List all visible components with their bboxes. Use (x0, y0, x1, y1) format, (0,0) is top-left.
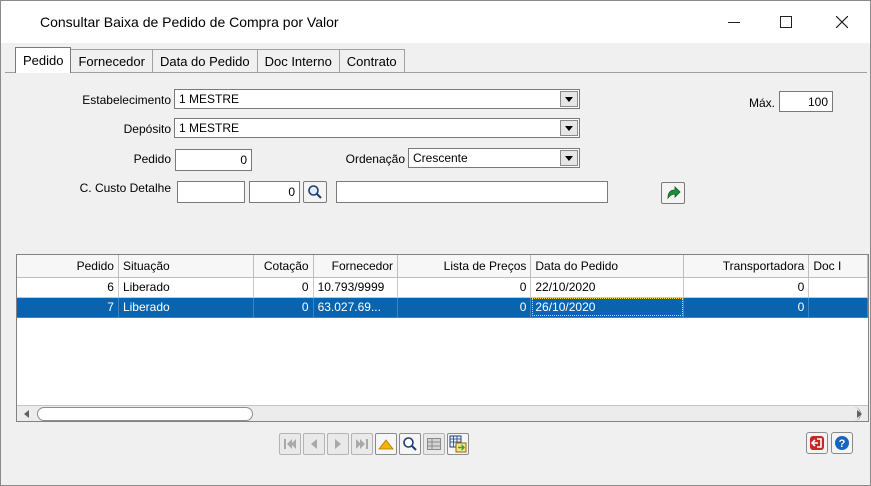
help-icon: ? (835, 436, 849, 450)
pedido-input[interactable]: 0 (175, 149, 252, 171)
dialog-window: Consultar Baixa de Pedido de Compra por … (0, 0, 871, 486)
deposito-label: Depósito (123, 122, 171, 136)
ordenacao-value: Crescente (413, 151, 468, 165)
cell-cotacao: 0 (253, 297, 314, 318)
column-header-lista-de-precos[interactable]: Lista de Preços (397, 255, 532, 278)
cell-fornecedor: 10.793/9999 (313, 277, 399, 298)
maximize-icon (780, 16, 792, 28)
first-record-button[interactable] (279, 433, 301, 455)
cell-situacao: Liberado (118, 297, 254, 318)
sort-button[interactable] (375, 433, 397, 455)
minimize-button[interactable] (707, 1, 761, 43)
estabelecimento-label: Estabelecimento (82, 93, 171, 107)
scroll-right-icon[interactable] (852, 408, 866, 420)
cell-fornecedor: 63.027.69... (313, 297, 399, 318)
custo-search-button[interactable] (303, 181, 327, 203)
grid-header-row: Pedido Situação Cotação Fornecedor Lista… (17, 255, 868, 278)
chevron-down-icon[interactable] (560, 150, 578, 166)
last-record-icon (356, 439, 368, 449)
cell-pedido: 7 (17, 297, 119, 318)
estabelecimento-value: 1 MESTRE (179, 92, 240, 106)
cell-doc-interno (808, 277, 868, 298)
next-record-button[interactable] (327, 433, 349, 455)
svg-text:?: ? (839, 438, 846, 450)
column-header-pedido[interactable]: Pedido (17, 255, 119, 278)
chevron-down-icon[interactable] (560, 91, 578, 107)
custo-id-input[interactable]: 0 (249, 181, 300, 203)
green-arrow-icon (667, 186, 681, 200)
custo-label: C. Custo Detalhe (79, 181, 171, 195)
column-header-situacao[interactable]: Situação (118, 255, 254, 278)
max-label: Máx. (748, 96, 775, 110)
ordenacao-label: Ordenação (345, 152, 405, 166)
pedido-label: Pedido (133, 152, 171, 166)
tab-doc-interno[interactable]: Doc Interno (256, 49, 340, 73)
exit-button[interactable] (806, 432, 828, 454)
scroll-left-icon[interactable] (19, 408, 33, 420)
grid-view-icon (427, 438, 441, 450)
close-button[interactable] (815, 1, 869, 43)
cell-lista-de-precos: 0 (397, 297, 532, 318)
column-header-cotacao[interactable]: Cotação (253, 255, 314, 278)
scroll-thumb[interactable] (37, 407, 253, 421)
tab-data-do-pedido[interactable]: Data do Pedido (151, 49, 258, 73)
sort-up-icon (378, 439, 394, 450)
max-input[interactable]: 100 (779, 91, 833, 112)
column-header-fornecedor[interactable]: Fornecedor (313, 255, 399, 278)
minimize-icon (728, 21, 740, 23)
deposito-value: 1 MESTRE (179, 121, 240, 135)
table-row[interactable]: 6 Liberado 0 10.793/9999 0 22/10/2020 0 (17, 277, 868, 298)
column-header-doc-interno[interactable]: Doc I (808, 255, 868, 278)
next-record-icon (335, 439, 341, 449)
cell-transportadora: 0 (683, 297, 810, 318)
orders-grid[interactable]: Pedido Situação Cotação Fornecedor Lista… (16, 254, 869, 422)
export-button[interactable] (447, 433, 469, 455)
maximize-button[interactable] (759, 1, 813, 43)
record-navigator (279, 433, 469, 455)
title-bar: Consultar Baixa de Pedido de Compra por … (1, 1, 870, 43)
cell-pedido: 6 (17, 277, 119, 298)
cell-cotacao: 0 (253, 277, 314, 298)
prior-record-button[interactable] (303, 433, 325, 455)
column-header-data-do-pedido[interactable]: Data do Pedido (530, 255, 685, 278)
orders-table: Pedido Situação Cotação Fornecedor Lista… (17, 255, 868, 318)
tab-fornecedor[interactable]: Fornecedor (70, 49, 153, 73)
tab-pedido[interactable]: Pedido (15, 47, 72, 73)
deposito-select[interactable]: 1 MESTRE (174, 118, 580, 138)
estabelecimento-select[interactable]: 1 MESTRE (174, 89, 580, 109)
execute-button[interactable] (661, 182, 685, 204)
find-button[interactable] (399, 433, 421, 455)
last-record-button[interactable] (351, 433, 373, 455)
cell-data-do-pedido: 26/10/2020 (530, 297, 685, 318)
cell-transportadora: 0 (683, 277, 810, 298)
column-header-transportadora[interactable]: Transportadora (683, 255, 810, 278)
chevron-down-icon[interactable] (560, 120, 578, 136)
search-icon (403, 437, 417, 451)
tab-contrato[interactable]: Contrato (338, 49, 405, 73)
custo-description-field (336, 181, 608, 203)
cell-lista-de-precos: 0 (397, 277, 532, 298)
tab-strip: Pedido Fornecedor Data do Pedido Doc Int… (15, 47, 405, 73)
search-icon (308, 185, 322, 199)
table-row-selected[interactable]: 7 Liberado 0 63.027.69... 0 26/10/2020 0 (17, 297, 868, 318)
close-icon (836, 16, 848, 28)
window-title: Consultar Baixa de Pedido de Compra por … (40, 14, 339, 30)
cell-data-do-pedido: 22/10/2020 (530, 277, 685, 298)
ordenacao-select[interactable]: Crescente (408, 148, 580, 168)
prior-record-icon (311, 439, 317, 449)
grid-view-button[interactable] (423, 433, 445, 455)
exit-icon (810, 436, 824, 450)
custo-code-input[interactable] (177, 181, 245, 203)
cell-doc-interno (808, 297, 868, 318)
help-button[interactable]: ? (831, 432, 853, 454)
horizontal-scrollbar[interactable] (17, 405, 868, 421)
cell-situacao: Liberado (118, 277, 254, 298)
export-icon (449, 435, 467, 453)
first-record-icon (284, 439, 296, 449)
